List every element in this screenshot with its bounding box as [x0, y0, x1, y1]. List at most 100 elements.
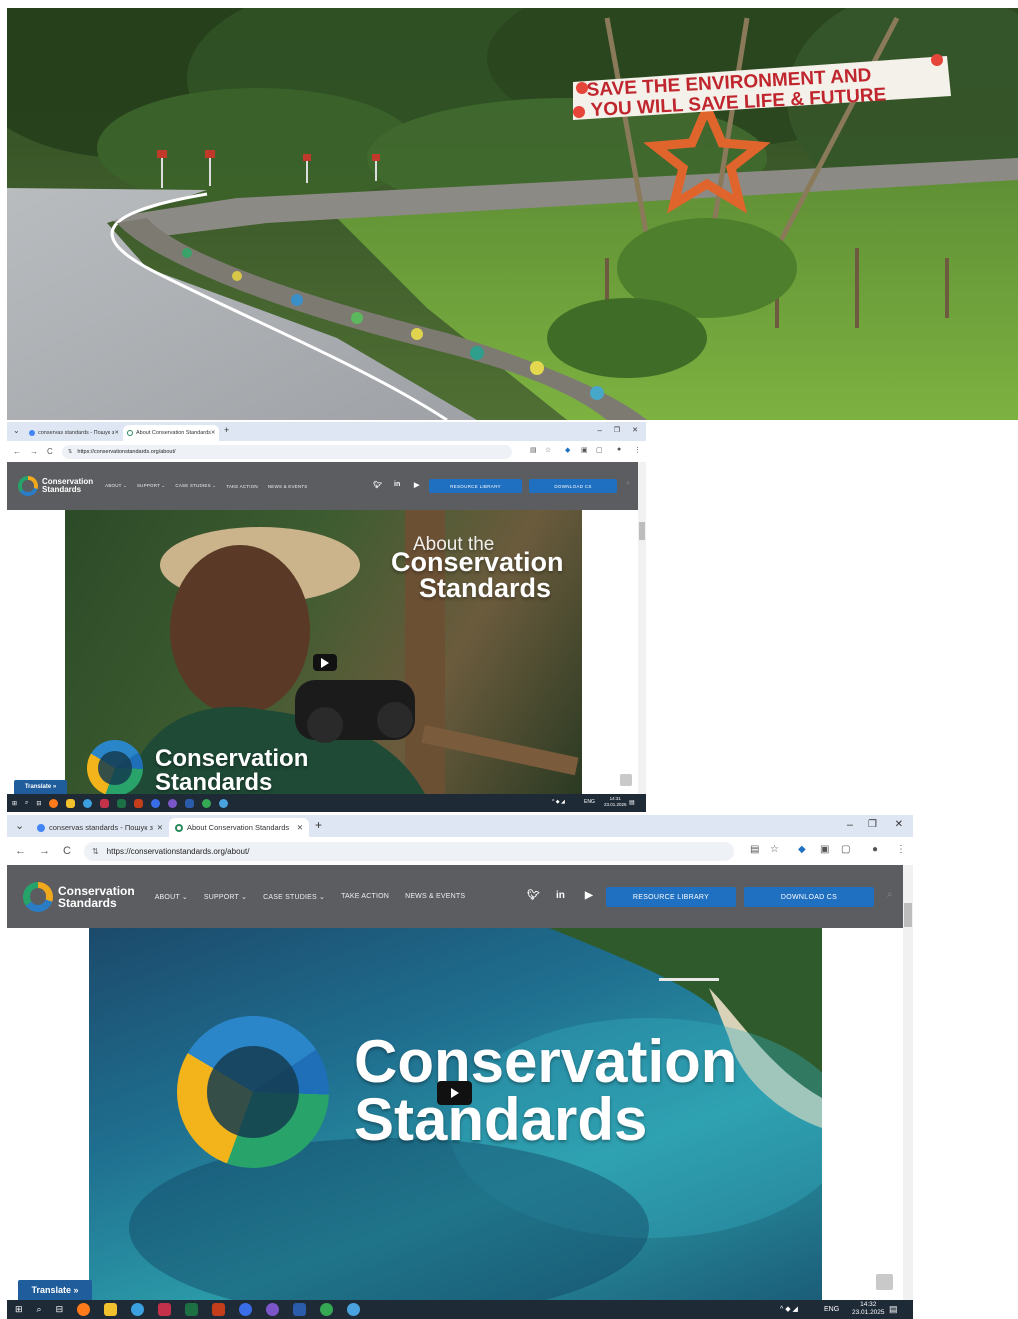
translate-page-icon[interactable]: ▤ — [750, 844, 759, 855]
site-logo[interactable]: Conservation Standards — [58, 885, 135, 909]
window-close-icon[interactable]: ✕ — [895, 819, 903, 830]
minimize-icon[interactable]: – — [847, 819, 853, 831]
taskbar-search-icon[interactable]: ⌕ — [25, 800, 28, 807]
tray-icons[interactable]: ^ ◆ ◢ — [552, 799, 565, 805]
app-icon[interactable] — [239, 1303, 253, 1316]
forward-icon[interactable]: → — [39, 845, 50, 857]
window-close-icon[interactable]: ✕ — [632, 426, 638, 434]
translate-page-icon[interactable]: ▤ — [530, 446, 537, 454]
url-field[interactable]: ⇅ https://conservationstandards.org/abou… — [83, 841, 734, 861]
viber-icon[interactable] — [168, 798, 178, 808]
menu-dots-icon[interactable]: ⋮ — [896, 844, 906, 855]
extension2-icon[interactable]: ▣ — [820, 844, 829, 855]
tab-search-icon[interactable]: ⌄ — [13, 426, 20, 435]
back-icon[interactable]: ← — [13, 447, 21, 456]
profile-avatar[interactable]: ● — [617, 446, 621, 453]
search-icon[interactable]: ⌕ — [887, 889, 893, 900]
extension2-icon[interactable]: ▣ — [581, 446, 588, 454]
scrollbar-thumb[interactable] — [904, 903, 912, 927]
firefox-icon[interactable] — [77, 1303, 91, 1316]
explorer-icon[interactable] — [104, 1303, 118, 1316]
menu-about[interactable]: ABOUT ⌄ — [155, 893, 188, 901]
close-icon[interactable]: ✕ — [297, 823, 303, 832]
twitter-icon[interactable]: 🐦︎ — [527, 890, 540, 901]
close-icon[interactable]: ✕ — [157, 823, 163, 832]
language-indicator[interactable]: ENG — [584, 799, 595, 805]
linkedin-icon[interactable]: in — [556, 890, 565, 901]
firefox-icon[interactable] — [49, 798, 59, 808]
tray-icons[interactable]: ^ ◆ ◢ — [780, 1305, 798, 1313]
menu-about[interactable]: ABOUT ⌄ — [105, 483, 127, 489]
twitter-icon[interactable]: 🐦︎ — [373, 481, 382, 489]
logo-icon[interactable] — [23, 881, 53, 912]
scrollbar-thumb[interactable] — [639, 522, 645, 540]
tab-about[interactable]: About Conservation Standards ✕ — [169, 818, 309, 837]
logo-icon[interactable] — [18, 476, 38, 496]
language-indicator[interactable]: ENG — [824, 1306, 839, 1313]
menu-case-studies[interactable]: CASE STUDIES ⌄ — [175, 483, 216, 489]
tab-search[interactable]: conservas standards - Пошук з ✕ — [25, 425, 123, 441]
resource-library-button[interactable]: RESOURCE LIBRARY — [606, 887, 736, 907]
windows-start-icon[interactable]: ⊞ — [15, 1304, 23, 1315]
hero-video[interactable]: Conservation Standards — [89, 928, 822, 1300]
powerpoint-icon[interactable] — [134, 798, 144, 808]
new-tab-icon[interactable]: + — [224, 425, 229, 435]
reload-icon[interactable]: C — [63, 845, 71, 857]
downloads-icon[interactable]: ▢ — [596, 446, 603, 454]
telegram-icon[interactable] — [219, 798, 229, 808]
play-button[interactable] — [437, 1081, 472, 1105]
close-icon[interactable]: ✕ — [114, 430, 119, 436]
play-button[interactable] — [313, 654, 337, 671]
chrome-icon[interactable] — [320, 1303, 334, 1316]
restore-icon[interactable]: ❐ — [868, 819, 877, 830]
tab-about[interactable]: About Conservation Standards ✕ — [123, 425, 219, 441]
bookmark-star-icon[interactable]: ☆ — [770, 844, 779, 855]
menu-take-action[interactable]: TAKE ACTION — [226, 484, 258, 489]
menu-news-events[interactable]: NEWS & EVENTS — [405, 893, 465, 900]
tab-search-icon[interactable]: ⌄ — [15, 819, 24, 832]
clock[interactable]: 14:31 23.01.2025 — [604, 796, 627, 808]
translate-button[interactable]: Translate » — [18, 1280, 92, 1300]
powerpoint-icon[interactable] — [212, 1303, 226, 1316]
youtube-icon[interactable]: ▶ — [585, 890, 593, 901]
back-icon[interactable]: ← — [15, 845, 26, 857]
restore-icon[interactable]: ❐ — [614, 426, 620, 434]
telegram-icon[interactable] — [347, 1303, 361, 1316]
menu-take-action[interactable]: TAKE ACTION — [341, 893, 389, 900]
notifications-icon[interactable]: ▤ — [889, 1304, 898, 1315]
forward-icon[interactable]: → — [30, 447, 38, 456]
download-cs-button[interactable]: DOWNLOAD CS — [744, 887, 874, 907]
translate-button[interactable]: Translate » — [14, 780, 67, 794]
resource-library-button[interactable]: RESOURCE LIBRARY — [429, 479, 522, 493]
scrollbar[interactable] — [638, 462, 646, 794]
taskbar-search-icon[interactable]: ⌕ — [37, 1304, 42, 1315]
site-logo[interactable]: Conservation Standards — [42, 478, 93, 494]
explorer-icon[interactable] — [66, 798, 76, 808]
clock[interactable]: 14:32 23.01.2025 — [852, 1301, 885, 1318]
chrome-icon[interactable] — [202, 798, 212, 808]
scrollbar[interactable] — [903, 865, 913, 1300]
menu-case-studies[interactable]: CASE STUDIES ⌄ — [263, 893, 325, 901]
site-info-icon[interactable]: ⇅ — [92, 847, 99, 856]
notifications-icon[interactable]: ▤ — [629, 799, 635, 806]
profile-avatar[interactable]: ● — [872, 844, 878, 855]
close-icon[interactable]: ✕ — [211, 430, 216, 436]
search-icon[interactable]: ⌕ — [626, 480, 630, 488]
word-icon[interactable] — [185, 798, 195, 808]
task-view-icon[interactable]: ⊟ — [56, 1304, 64, 1315]
minimize-icon[interactable]: – — [598, 426, 602, 435]
excel-icon[interactable] — [185, 1303, 199, 1316]
browser-icon[interactable] — [83, 798, 93, 808]
menu-news-events[interactable]: NEWS & EVENTS — [268, 484, 308, 489]
windows-start-icon[interactable]: ⊞ — [12, 800, 17, 807]
downloads-icon[interactable]: ▢ — [841, 844, 850, 855]
scroll-top-button[interactable] — [620, 774, 632, 786]
scroll-top-button[interactable] — [876, 1274, 893, 1290]
access-icon[interactable] — [100, 798, 110, 808]
linkedin-icon[interactable]: in — [394, 481, 400, 488]
reload-icon[interactable]: C — [47, 447, 53, 456]
app-icon[interactable] — [151, 798, 161, 808]
menu-dots-icon[interactable]: ⋮ — [634, 446, 641, 454]
tab-search[interactable]: conservas standards - Пошук з ✕ — [31, 818, 169, 837]
excel-icon[interactable] — [117, 798, 127, 808]
